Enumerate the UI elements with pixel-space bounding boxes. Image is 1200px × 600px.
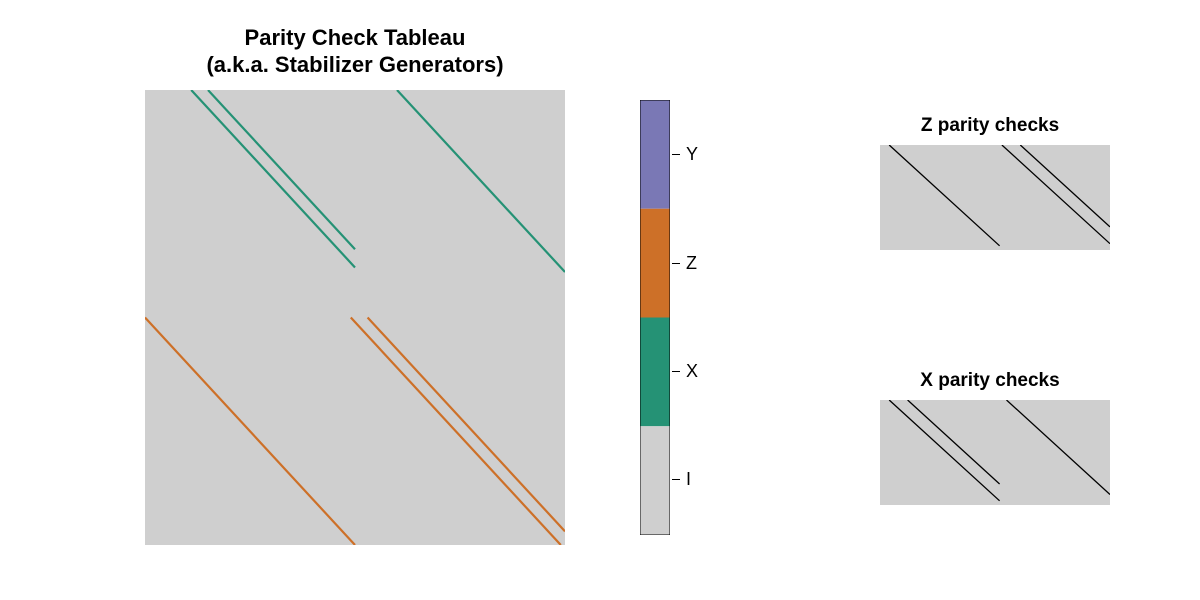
cbar-tick-x — [672, 371, 680, 372]
cbar-label-y: Y — [686, 144, 698, 165]
cbar-label-i: I — [686, 469, 691, 490]
cbar-tick-i — [672, 479, 680, 480]
main-tableau-heatmap — [145, 90, 565, 545]
figure-canvas: Parity Check Tableau (a.k.a. Stabilizer … — [0, 0, 1200, 600]
z-checks-heatmap — [880, 145, 1110, 250]
x-checks-heatmap — [880, 400, 1110, 505]
cbar-label-x: X — [686, 361, 698, 382]
x-checks-title: X parity checks — [870, 370, 1110, 392]
cbar-label-z: Z — [686, 253, 697, 274]
pauli-colorbar — [640, 100, 670, 535]
cbar-tick-z — [672, 263, 680, 264]
z-checks-title: Z parity checks — [870, 115, 1110, 137]
main-title-line2: (a.k.a. Stabilizer Generators) — [130, 52, 580, 78]
cbar-tick-y — [672, 154, 680, 155]
main-title-line1: Parity Check Tableau — [130, 25, 580, 51]
